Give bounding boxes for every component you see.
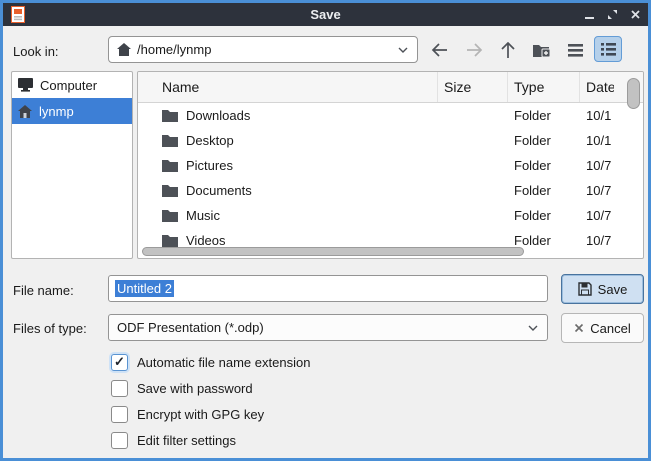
file-type-cell: Folder — [508, 208, 580, 223]
checkbox-label: Automatic file name extension — [137, 355, 310, 370]
titlebar: Save — [3, 3, 648, 26]
file-name-cell: Videos — [186, 233, 226, 248]
sidebar-item-label: Computer — [40, 78, 97, 93]
file-name-input[interactable]: Untitled 2 — [108, 275, 548, 302]
checkbox-label: Edit filter settings — [137, 433, 236, 448]
file-name-cell: Desktop — [186, 133, 234, 148]
file-date-cell: 10/7 — [580, 233, 614, 248]
look-in-combobox[interactable]: /home/lynmp — [108, 36, 418, 63]
folder-icon — [162, 159, 178, 172]
computer-icon — [18, 78, 33, 92]
home-icon — [18, 105, 32, 118]
close-icon[interactable] — [628, 8, 642, 22]
folder-icon — [162, 184, 178, 197]
file-date-cell: 10/7 — [580, 208, 614, 223]
forward-button[interactable] — [460, 37, 488, 63]
column-header-name[interactable]: Name — [138, 72, 438, 102]
vertical-scrollbar-thumb[interactable] — [627, 78, 640, 109]
folder-icon — [162, 209, 178, 222]
file-name-value: Untitled 2 — [115, 280, 174, 297]
option-row[interactable]: Encrypt with GPG key — [111, 405, 310, 423]
file-name-label: File name: — [13, 283, 74, 298]
back-button[interactable] — [426, 37, 454, 63]
table-row[interactable]: Music Folder 10/7 — [138, 203, 643, 228]
folder-icon — [162, 234, 178, 247]
checkbox-label: Encrypt with GPG key — [137, 407, 264, 422]
column-header-size[interactable]: Size — [438, 72, 508, 102]
save-dialog-window: Save Look in: /home/lynmp — [0, 0, 651, 461]
horizontal-scrollbar-thumb[interactable] — [142, 247, 524, 256]
save-button-label: Save — [598, 282, 628, 297]
list-view-button[interactable] — [561, 37, 589, 63]
file-type-cell: Folder — [508, 133, 580, 148]
file-type-cell: Folder — [508, 158, 580, 173]
option-row[interactable]: ✓ Automatic file name extension — [111, 353, 310, 371]
up-button[interactable] — [494, 37, 522, 63]
file-type-select[interactable]: ODF Presentation (*.odp) — [108, 314, 548, 341]
column-header-date[interactable]: Date — [580, 72, 614, 102]
chevron-down-icon — [397, 46, 409, 54]
file-name-cell: Pictures — [186, 158, 233, 173]
cancel-button-label: Cancel — [590, 321, 630, 336]
file-date-cell: 10/7 — [580, 158, 614, 173]
app-document-icon — [11, 6, 25, 23]
files-of-type-label: Files of type: — [13, 321, 87, 336]
x-cancel-icon — [574, 323, 584, 333]
table-row[interactable]: Pictures Folder 10/7 — [138, 153, 643, 178]
file-list-panel: Name Size Type Date Downloads Folder 10/… — [137, 71, 644, 259]
option-row[interactable]: Edit filter settings — [111, 431, 310, 449]
table-body: Downloads Folder 10/1 Desktop Folder 10/… — [138, 103, 643, 258]
folder-icon — [162, 134, 178, 147]
table-header: Name Size Type Date — [138, 72, 643, 103]
options-group: ✓ Automatic file name extension Save wit… — [111, 353, 310, 449]
floppy-save-icon — [578, 282, 592, 296]
file-date-cell: 10/1 — [580, 133, 614, 148]
horizontal-scrollbar[interactable] — [142, 247, 625, 256]
minimize-icon[interactable] — [582, 8, 596, 22]
file-date-cell: 10/1 — [580, 108, 614, 123]
detail-view-button[interactable] — [594, 36, 622, 62]
checkbox[interactable] — [111, 406, 128, 423]
window-title: Save — [3, 7, 648, 22]
column-header-type[interactable]: Type — [508, 72, 580, 102]
checkbox-label: Save with password — [137, 381, 253, 396]
folder-icon — [162, 109, 178, 122]
sidebar-item-computer[interactable]: Computer — [12, 72, 132, 98]
chevron-down-icon — [527, 324, 539, 332]
vertical-scrollbar[interactable] — [627, 76, 640, 246]
checkbox[interactable]: ✓ — [111, 354, 128, 371]
save-button[interactable]: Save — [561, 274, 644, 304]
look-in-path: /home/lynmp — [137, 42, 211, 57]
table-row[interactable]: Desktop Folder 10/1 — [138, 128, 643, 153]
file-date-cell: 10/7 — [580, 183, 614, 198]
checkbox[interactable] — [111, 432, 128, 449]
look-in-label: Look in: — [13, 44, 59, 59]
table-row[interactable]: Downloads Folder 10/1 — [138, 103, 643, 128]
home-icon — [117, 43, 131, 56]
restore-icon[interactable] — [605, 8, 619, 22]
file-name-cell: Documents — [186, 183, 252, 198]
sidebar-item-label: lynmp — [39, 104, 74, 119]
places-sidebar: Computer lynmp — [11, 71, 133, 259]
file-name-cell: Music — [186, 208, 220, 223]
table-row[interactable]: Documents Folder 10/7 — [138, 178, 643, 203]
new-folder-button[interactable] — [528, 37, 556, 63]
sidebar-item-lynmp[interactable]: lynmp — [12, 98, 132, 124]
file-type-cell: Folder — [508, 108, 580, 123]
checkbox[interactable] — [111, 380, 128, 397]
file-name-cell: Downloads — [186, 108, 250, 123]
file-type-cell: Folder — [508, 183, 580, 198]
file-type-value: ODF Presentation (*.odp) — [117, 320, 264, 335]
file-type-cell: Folder — [508, 233, 580, 248]
option-row[interactable]: Save with password — [111, 379, 310, 397]
cancel-button[interactable]: Cancel — [561, 313, 644, 343]
